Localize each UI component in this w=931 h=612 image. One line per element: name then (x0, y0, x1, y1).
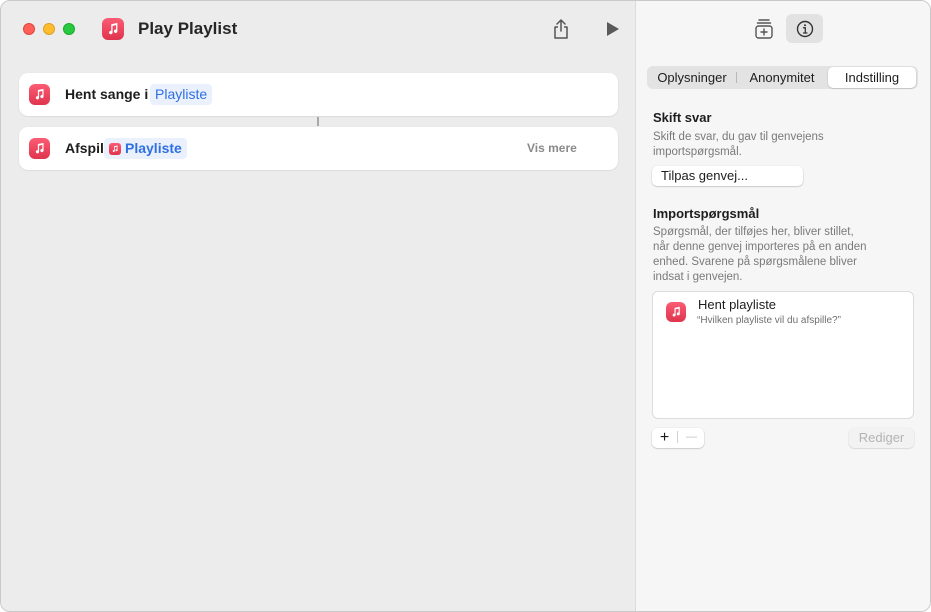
tab-divider (736, 72, 737, 83)
tab-indstilling[interactable]: Indstilling (828, 67, 916, 88)
description-line: importspørgsmål. (653, 146, 742, 158)
add-to-library-icon[interactable] (753, 17, 775, 41)
editor-pane: Play Playlist Hent sange i Playliste Afs… (1, 1, 635, 611)
minimize-window-button[interactable] (43, 23, 55, 35)
music-note-icon (109, 142, 121, 155)
playlist-parameter[interactable]: Playliste (150, 84, 213, 105)
music-note-icon (29, 138, 50, 159)
inspector-tabs: Oplysninger Anonymitet Indstilling (647, 66, 918, 89)
description-line: Skift de svar, du gav til genvejens (653, 131, 824, 143)
customize-shortcut-button[interactable]: Tilpas genvej... (652, 166, 803, 186)
close-window-button[interactable] (23, 23, 35, 35)
edit-button[interactable]: Rediger (849, 428, 914, 448)
add-question-button[interactable]: + (652, 428, 677, 448)
description-line: når denne genvej importeres på en anden (653, 241, 867, 253)
shortcut-title[interactable]: Play Playlist (138, 19, 237, 39)
action-get-songs[interactable]: Hent sange i Playliste (19, 73, 618, 116)
import-questions-list: Hent playliste “Hvilken playliste vil du… (652, 291, 914, 419)
info-icon[interactable] (786, 14, 823, 43)
action-play[interactable]: Afspil Playliste Vis mere (19, 127, 618, 170)
remove-question-button[interactable]: — (679, 428, 704, 448)
import-questions-description: Spørgsmål, der tilføjes her, bliver stil… (653, 225, 867, 285)
question-prompt: “Hvilken playliste vil du afspille?” (697, 315, 841, 326)
skift-svar-description: Skift de svar, du gav til genvejens impo… (653, 130, 824, 160)
control-divider (677, 431, 678, 443)
zoom-window-button[interactable] (63, 23, 75, 35)
tab-oplysninger[interactable]: Oplysninger (649, 66, 735, 89)
action-label: Hent sange i (65, 86, 149, 102)
music-note-icon[interactable] (102, 18, 124, 40)
skift-svar-heading: Skift svar (653, 110, 712, 125)
add-remove-control: + — (652, 428, 704, 448)
share-icon[interactable] (551, 17, 571, 41)
variable-label: Playliste (125, 140, 182, 156)
description-line: Spørgsmål, der tilføjes her, bliver stil… (653, 226, 854, 238)
description-line: indsat i genvejen. (653, 271, 743, 283)
tab-anonymitet[interactable]: Anonymitet (739, 66, 825, 89)
play-icon[interactable] (604, 20, 622, 38)
shortcuts-window: Play Playlist Hent sange i Playliste Afs… (0, 0, 931, 612)
action-label: Afspil (65, 140, 104, 156)
show-more-button[interactable]: Vis mere (527, 141, 577, 155)
question-title: Hent playliste (698, 297, 777, 312)
music-note-icon (29, 84, 50, 105)
import-questions-heading: Importspørgsmål (653, 206, 760, 221)
music-note-icon (666, 302, 686, 322)
action-connector (317, 117, 319, 126)
description-line: enhed. Svarene på spørgsmålene bliver (653, 256, 857, 268)
playlist-variable[interactable]: Playliste (104, 138, 187, 159)
